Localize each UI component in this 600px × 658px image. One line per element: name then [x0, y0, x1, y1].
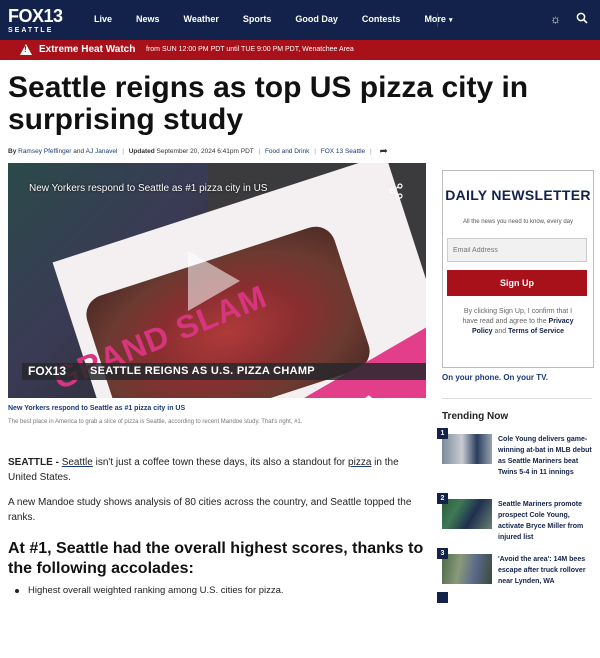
byline-and: and: [73, 148, 85, 155]
byline-separator: |: [314, 148, 316, 155]
newsletter-title: DAILY NEWSLETTER: [445, 187, 591, 203]
alert-detail: from SUN 12:00 PM PDT until TUE 9:00 PM …: [146, 46, 354, 53]
nav-weather[interactable]: Weather: [184, 14, 219, 24]
pizza-link[interactable]: pizza: [348, 457, 371, 468]
nav-live[interactable]: Live: [94, 14, 112, 24]
video-player[interactable]: GRAND SLAM OOD PIZZA New Yorkers respond…: [8, 163, 426, 398]
newsletter-subtitle: All the news you need to know, every day: [462, 219, 574, 225]
trending-thumbnail[interactable]: [442, 499, 492, 529]
byline-by: By: [8, 148, 17, 155]
warning-icon: [20, 44, 32, 55]
logo-sub: SEATTLE: [8, 27, 54, 34]
nav-good-day[interactable]: Good Day: [295, 14, 338, 24]
byline-separator: |: [370, 148, 372, 155]
article-subheading: At #1, Seattle had the overall highest s…: [8, 540, 424, 577]
trending-item[interactable]: [437, 592, 592, 658]
article-paragraph-2: A new Mandoe study shows analysis of 80 …: [8, 497, 412, 523]
play-icon[interactable]: [188, 251, 240, 311]
divider: [442, 398, 592, 399]
trending-item[interactable]: 1 Cole Young delivers game-winning at-ba…: [437, 428, 594, 494]
nav-sports[interactable]: Sports: [243, 14, 272, 24]
nav-divider: [437, 13, 438, 27]
trending-rank: 3: [437, 548, 448, 559]
trending-thumbnail[interactable]: [442, 434, 492, 464]
main-nav: Live News Weather Sports Good Day Contes…: [94, 14, 500, 24]
category-link[interactable]: Food and Drink: [265, 148, 309, 155]
byline: By Ramsey Pfeffinger and AJ Janavel | Up…: [8, 146, 388, 157]
article-headline: Seattle reigns as top US pizza city in s…: [8, 71, 529, 136]
byline-separator: |: [122, 148, 124, 155]
trending-thumbnail[interactable]: [442, 554, 492, 584]
updated-timestamp: September 20, 2024 6:41pm PDT: [156, 148, 254, 155]
nav-news[interactable]: News: [136, 14, 160, 24]
nav-more[interactable]: More ▾: [424, 14, 476, 24]
email-input[interactable]: [447, 238, 587, 262]
article-paragraph-1: SEATTLE - Seattle isn't just a coffee to…: [8, 455, 426, 485]
apps-promo-title[interactable]: On your phone. On your TV.: [442, 373, 548, 382]
trending-rank: [437, 592, 448, 603]
video-caption-title[interactable]: New Yorkers respond to Seattle as #1 piz…: [8, 405, 185, 412]
fox13-logo[interactable]: FOX13 SEATTLE: [8, 7, 63, 34]
author-link-1[interactable]: Ramsey Pfeffinger: [18, 148, 71, 155]
weather-alert-bar[interactable]: Extreme Heat Watch from SUN 12:00 PM PDT…: [0, 40, 600, 60]
logo-main: FOX13: [8, 6, 63, 26]
dateline: SEATTLE -: [8, 457, 62, 468]
source-link[interactable]: FOX 13 Seattle: [321, 148, 365, 155]
updated-label: Updated: [128, 148, 155, 155]
search-icon[interactable]: [576, 12, 588, 27]
sign-up-button[interactable]: Sign Up: [447, 270, 587, 296]
video-lower-third: FOX13 SEATTLE REIGNS AS U.S. PIZZA CHAMP: [22, 363, 426, 380]
terms-of-service-link[interactable]: Terms of Service: [508, 328, 564, 335]
newsletter-signup: DAILY NEWSLETTER All the news you need t…: [442, 170, 594, 368]
byline-separator: |: [258, 148, 261, 155]
trending-headline[interactable]: Seattle Mariners promote prospect Cole Y…: [498, 499, 594, 543]
share-icon[interactable]: [388, 183, 404, 202]
author-link-2[interactable]: AJ Janavel: [86, 148, 118, 155]
trending-rank: 1: [437, 428, 448, 439]
trending-headline[interactable]: Cole Young delivers game-winning at-bat …: [498, 434, 594, 478]
share-arrow-icon[interactable]: ➦: [380, 146, 388, 157]
chevron-down-icon: ▾: [448, 17, 453, 24]
video-caption-description: The best place in America to grab a slic…: [8, 419, 303, 425]
paragraph-text: isn't just a coffee town these days, its…: [92, 457, 349, 468]
nav-more-label: More: [424, 14, 446, 24]
trending-rank: 2: [437, 493, 448, 504]
lower-third-text: SEATTLE REIGNS AS U.S. PIZZA CHAMP: [90, 365, 315, 377]
nav-contests[interactable]: Contests: [362, 14, 401, 24]
list-item: Highest overall weighted ranking among U…: [15, 585, 284, 596]
seattle-link[interactable]: Seattle: [62, 457, 93, 468]
top-navigation: FOX13 SEATTLE Live News Weather Sports G…: [0, 0, 600, 40]
trending-headline[interactable]: 'Avoid the area': 14M bees escape after …: [498, 554, 594, 587]
legal-text: and: [492, 328, 509, 335]
brightness-icon[interactable]: ☼: [550, 12, 561, 26]
video-title: New Yorkers respond to Seattle as #1 piz…: [29, 183, 268, 194]
trending-item[interactable]: 2 Seattle Mariners promote prospect Cole…: [437, 493, 594, 559]
newsletter-legal: By clicking Sign Up, I confirm that I ha…: [457, 307, 579, 337]
lower-third-logo: FOX13: [28, 364, 67, 378]
trending-heading: Trending Now: [442, 411, 509, 422]
alert-title: Extreme Heat Watch: [39, 44, 136, 55]
